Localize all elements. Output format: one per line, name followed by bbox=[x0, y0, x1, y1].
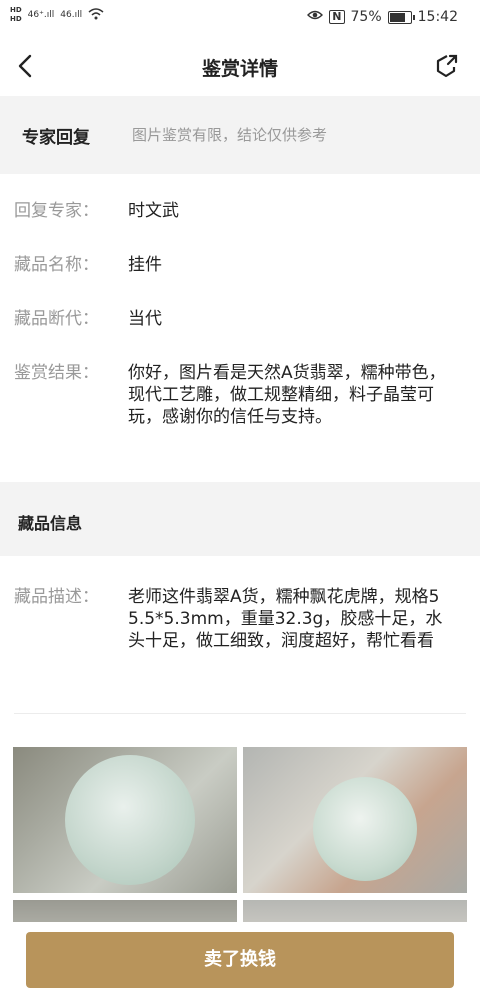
collection-info-header: 藏品信息 bbox=[0, 482, 480, 556]
detail-value: 老师这件翡翠A货，糯种飘花虎牌，规格55.5*5.3mm，重量32.3g，胶感十… bbox=[128, 587, 443, 651]
detail-value: 时文武 bbox=[128, 201, 179, 221]
detail-row-expert: 回复专家： 时文武 bbox=[14, 200, 466, 222]
detail-row-era: 藏品断代： 当代 bbox=[14, 308, 466, 330]
detail-label: 鉴赏结果： bbox=[14, 363, 99, 383]
item-photo-2[interactable] bbox=[243, 747, 467, 893]
hd-icon-1: HD bbox=[10, 6, 22, 14]
section-heading-collection: 藏品信息 bbox=[18, 514, 83, 533]
nfc-icon: N bbox=[329, 10, 345, 24]
signal-icon-2: 46.ıll bbox=[60, 10, 83, 20]
detail-value: 挂件 bbox=[128, 255, 162, 275]
share-icon[interactable] bbox=[432, 52, 460, 80]
status-bar: HD HD 46⁺.ıll 46.ıll N 75% 15:42 bbox=[0, 0, 480, 36]
status-right: N 75% 15:42 bbox=[307, 9, 458, 25]
detail-row-result: 鉴赏结果： 你好，图片看是天然A货翡翠，糯种带色，现代工艺雕，做工规整精细，料子… bbox=[14, 362, 466, 428]
eye-icon bbox=[307, 9, 324, 25]
detail-label: 藏品描述： bbox=[14, 587, 99, 607]
detail-label: 藏品断代： bbox=[14, 309, 99, 329]
disclaimer-text: 图片鉴赏有限，结论仅供参考 bbox=[132, 126, 328, 144]
clock: 15:42 bbox=[417, 9, 458, 25]
detail-label: 藏品名称： bbox=[14, 255, 99, 275]
detail-value: 你好，图片看是天然A货翡翠，糯种带色，现代工艺雕，做工规整精细，料子晶莹可玩，感… bbox=[128, 363, 446, 427]
page-title: 鉴赏详情 bbox=[201, 58, 278, 80]
sell-button[interactable]: 卖了换钱 bbox=[26, 932, 454, 988]
pendant-image bbox=[65, 755, 195, 885]
hd-icons: HD HD bbox=[10, 6, 22, 24]
pendant-image bbox=[313, 777, 417, 881]
detail-row-description: 藏品描述： 老师这件翡翠A货，糯种飘花虎牌，规格55.5*5.3mm，重量32.… bbox=[14, 586, 466, 652]
hd-icon-2: HD bbox=[10, 15, 22, 23]
wifi-icon bbox=[88, 7, 104, 23]
battery-percent: 75% bbox=[350, 9, 382, 25]
item-photo-1[interactable] bbox=[13, 747, 237, 893]
expert-reply-header: 专家回复 图片鉴赏有限，结论仅供参考 bbox=[0, 96, 480, 174]
detail-label: 回复专家： bbox=[14, 201, 99, 221]
detail-row-name: 藏品名称： 挂件 bbox=[14, 254, 466, 276]
battery-fill bbox=[389, 12, 405, 22]
battery-icon bbox=[387, 10, 415, 24]
section-heading-expert: 专家回复 bbox=[22, 128, 90, 148]
signal-icon-1: 46⁺.ıll bbox=[27, 10, 55, 20]
status-left: HD HD 46⁺.ıll 46.ıll bbox=[10, 6, 104, 24]
divider bbox=[14, 713, 466, 714]
detail-value: 当代 bbox=[128, 309, 162, 329]
nav-bar: 鉴赏详情 bbox=[0, 36, 480, 96]
